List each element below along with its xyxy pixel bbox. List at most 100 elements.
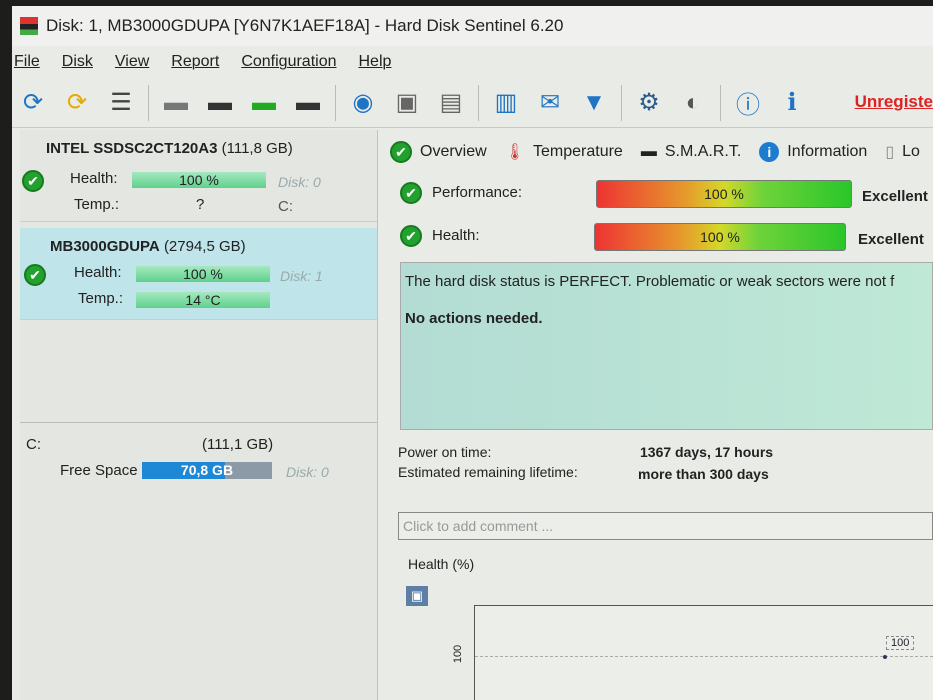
menu-configuration[interactable]: Configuration (241, 53, 336, 71)
disk-number: Disk: 1 (280, 268, 323, 284)
info-icon[interactable]: ℹ (775, 86, 809, 120)
disk-panel: INTEL SSDSC2CT120A3 (111,8 GB) ✔ Health:… (20, 130, 378, 700)
disk-list-icon[interactable]: ☰ (104, 86, 138, 120)
disk-copy-icon[interactable]: ▣ (390, 86, 424, 120)
health-chart: 100 100 (452, 605, 933, 700)
disk-tools-icon[interactable]: ▤ (434, 86, 468, 120)
document-icon: ▯ (885, 144, 895, 161)
temp-bar: 14 °C (136, 292, 270, 308)
disk-icon: ▬ (640, 143, 657, 160)
report-icon[interactable]: ▥ (489, 86, 523, 120)
toolbar-separator (478, 84, 479, 121)
unregistered-link[interactable]: Unregiste (855, 92, 933, 112)
status-text: The hard disk status is PERFECT. Problem… (405, 273, 895, 290)
health-ok-icon: ✔ (400, 225, 422, 247)
partition-size: (111,1 GB) (202, 436, 274, 453)
partition-disk: Disk: 0 (286, 464, 329, 480)
disk-size: (2794,5 GB) (163, 238, 246, 255)
toolbar-separator (621, 84, 622, 121)
menu-bar: File Disk View Report Configuration Help (12, 46, 933, 78)
settings-icon[interactable]: ⚙ (632, 86, 666, 120)
data-point (883, 655, 887, 659)
menu-view[interactable]: View (115, 53, 149, 71)
tab-information[interactable]: i Information (759, 142, 867, 162)
temp-value: ? (196, 196, 205, 213)
tab-label: S.M.A.R.T. (664, 143, 742, 160)
y-tick-label: 100 (452, 644, 465, 664)
tab-label: Temperature (533, 143, 623, 160)
actions-text: No actions needed. (405, 310, 543, 327)
toolbar-separator (148, 84, 149, 121)
sound-icon[interactable]: ◐ (676, 86, 710, 120)
health-label: Health: (432, 227, 480, 244)
comment-input[interactable]: Click to add comment ... (398, 512, 933, 540)
status-ok-icon: ✔ (24, 264, 46, 286)
title-bar: Disk: 1, MB3000GDUPA [Y6N7K1AEF18A] - Ha… (12, 6, 933, 46)
performance-bar: 100 % (596, 180, 852, 208)
free-space-bar: 70,8 GB (142, 462, 272, 479)
tab-label: Information (787, 143, 868, 160)
menu-report[interactable]: Report (171, 53, 219, 71)
performance-ok-icon: ✔ (400, 182, 422, 204)
toolbar: ⟳ ⟳ ☰ ▬ ▬ ▬ ▬ ◉ ▣ ▤ ▥ ✉ ▼ ⚙ ◐ ⓘ ℹ Unregi… (12, 78, 933, 128)
tab-temperature[interactable]: 🌡 Temperature (505, 142, 623, 162)
mail-icon[interactable]: ✉ (533, 86, 567, 120)
network-icon[interactable]: ▼ (577, 86, 611, 120)
performance-rating: Excellent (862, 188, 928, 205)
menu-file[interactable]: File (14, 53, 40, 71)
performance-label: Performance: (432, 184, 523, 201)
status-box: The hard disk status is PERFECT. Problem… (400, 262, 933, 430)
help-icon[interactable]: ⓘ (731, 86, 765, 120)
free-space-value: 70,8 GB (180, 462, 234, 478)
disk-schedule-icon[interactable]: ▬ (203, 86, 237, 120)
refresh-warning-icon[interactable]: ⟳ (60, 86, 94, 120)
disk-check-icon[interactable]: ▬ (247, 86, 281, 120)
disk-search-icon[interactable]: ▬ (291, 86, 325, 120)
divider (20, 422, 377, 424)
tab-bar: ✔ Overview 🌡 Temperature ▬ S.M.A.R.T. i Info… (390, 134, 920, 170)
thermometer-icon: 🌡 (504, 144, 525, 161)
disk-item-1[interactable]: MB3000GDUPA (2794,5 GB) ✔ Health: 100 % … (20, 228, 377, 320)
check-icon: ✔ (390, 141, 412, 163)
disk-icon[interactable]: ▬ (159, 86, 193, 120)
disk-item-0[interactable]: INTEL SSDSC2CT120A3 (111,8 GB) ✔ Health:… (20, 130, 377, 222)
health-label: Health: (74, 264, 122, 281)
health-bar: 100 % (594, 223, 846, 251)
window-title: Disk: 1, MB3000GDUPA [Y6N7K1AEF18A] - Ha… (46, 16, 564, 35)
toolbar-separator (335, 84, 336, 121)
toolbar-separator (720, 84, 721, 121)
free-space-label: Free Space (60, 462, 138, 479)
tab-overview[interactable]: ✔ Overview (390, 141, 487, 163)
menu-disk[interactable]: Disk (62, 53, 93, 71)
health-label: Health: (70, 170, 118, 187)
disk-model: MB3000GDUPA (50, 238, 160, 255)
chart-title: Health (%) (408, 556, 475, 572)
health-bar: 100 % (136, 266, 270, 282)
globe-disk-icon[interactable]: ◉ (346, 86, 380, 120)
app-icon (20, 17, 38, 35)
tab-smart[interactable]: ▬ S.M.A.R.T. (641, 143, 741, 161)
data-label: 100 (886, 636, 915, 650)
info-icon: i (759, 142, 780, 162)
tab-log[interactable]: ▯ Lo (885, 142, 920, 162)
lifetime-value: more than 300 days (638, 466, 769, 482)
menu-help[interactable]: Help (358, 53, 391, 71)
temp-label: Temp.: (74, 196, 120, 213)
refresh-icon[interactable]: ⟳ (16, 86, 50, 120)
tab-label: Overview (420, 143, 487, 160)
lifetime-label: Estimated remaining lifetime: (398, 464, 578, 480)
health-bar: 100 % (132, 172, 266, 188)
health-rating: Excellent (858, 231, 924, 248)
save-icon[interactable]: ▣ (406, 586, 428, 606)
temp-label: Temp.: (78, 290, 124, 307)
gridline-100 (475, 656, 933, 657)
disk-model: INTEL SSDSC2CT120A3 (46, 140, 218, 157)
tab-label: Lo (902, 143, 920, 160)
power-on-label: Power on time: (398, 444, 492, 460)
power-on-value: 1367 days, 17 hours (640, 444, 774, 460)
partition-item[interactable]: C: (111,1 GB) Free Space 70,8 GB Disk: 0 (20, 426, 377, 486)
disk-size: (111,8 GB) (221, 140, 293, 157)
main-panel: ✔ Overview 🌡 Temperature ▬ S.M.A.R.T. i Info… (390, 130, 933, 700)
app-window: Disk: 1, MB3000GDUPA [Y6N7K1AEF18A] - Ha… (12, 6, 933, 700)
partition-drive: C: (26, 436, 41, 453)
